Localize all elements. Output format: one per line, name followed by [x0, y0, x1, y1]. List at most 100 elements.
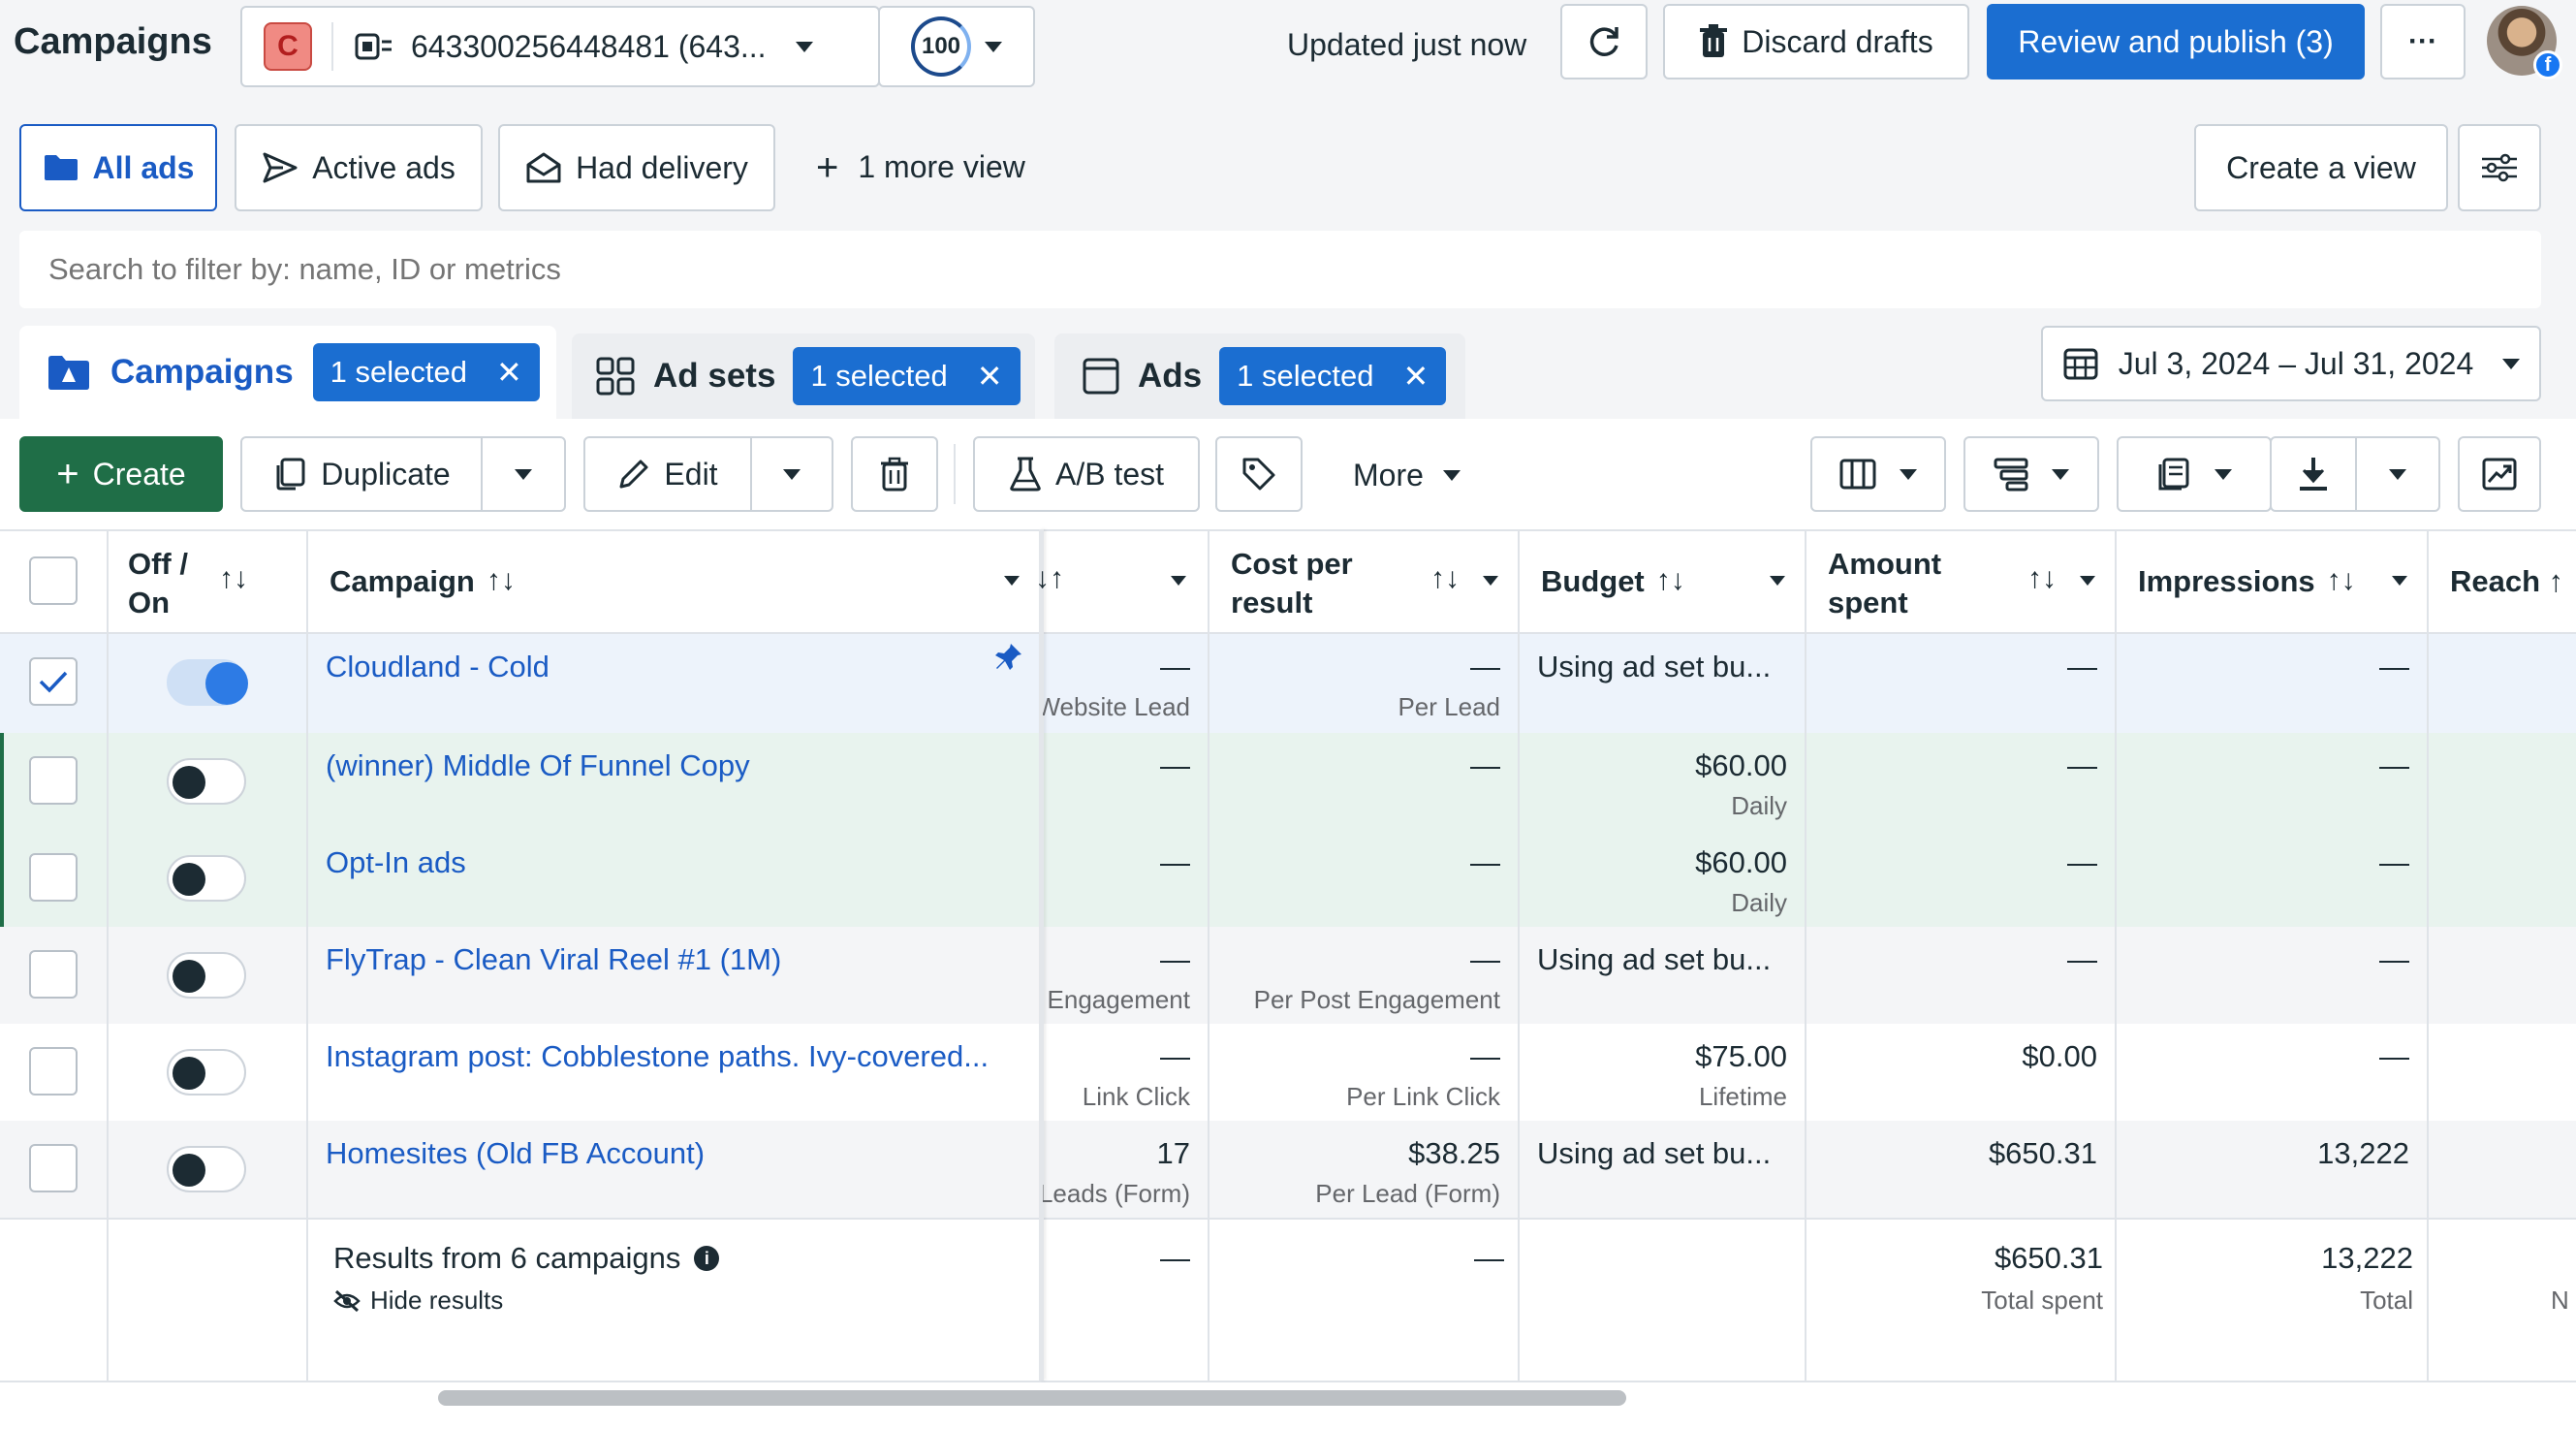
divider [2115, 529, 2117, 1381]
close-icon[interactable]: ✕ [977, 358, 1003, 395]
col-impressions[interactable]: Impressions ↑↓ [2138, 564, 2356, 599]
delete-button[interactable] [851, 436, 938, 512]
tab-campaigns[interactable]: Campaigns 1 selected ✕ [19, 326, 556, 419]
ads-selected-label: 1 selected [1237, 359, 1374, 393]
row-checkbox[interactable] [29, 853, 78, 902]
col-reach[interactable]: Reach ↑ [2450, 564, 2576, 599]
campaign-toggle[interactable] [167, 659, 248, 706]
ab-test-button[interactable]: A/B test [973, 436, 1200, 512]
tag-button[interactable] [1215, 436, 1303, 512]
adsets-selected-badge[interactable]: 1 selected ✕ [793, 347, 1021, 405]
campaign-toggle[interactable] [167, 855, 246, 902]
col-campaign-label: Campaign [330, 564, 475, 598]
account-selector[interactable]: C 643300256448481 (643... [240, 6, 880, 87]
campaign-toggle[interactable] [167, 758, 246, 805]
create-view-button[interactable]: Create a view [2194, 124, 2448, 211]
refresh-button[interactable] [1560, 4, 1648, 79]
chevron-down-icon[interactable] [2080, 576, 2095, 586]
discard-drafts-button[interactable]: Discard drafts [1663, 4, 1969, 79]
row-checkbox[interactable] [29, 1144, 78, 1192]
chevron-down-icon[interactable] [1483, 576, 1498, 586]
results-value: — [1160, 748, 1190, 782]
cost-per-result-value: $38.25 [1408, 1136, 1500, 1170]
sort-icon[interactable]: ↑↓ [487, 564, 516, 599]
col-amount-spent[interactable]: Amount spent [1828, 545, 1941, 622]
frozen-column-divider [1039, 529, 1044, 1381]
campaign-name-link[interactable]: Homesites (Old FB Account) [326, 1136, 705, 1171]
horizontal-scrollbar[interactable] [438, 1390, 1626, 1406]
col-spent-label-1: Amount [1828, 547, 1942, 581]
view-had-delivery[interactable]: Had delivery [498, 124, 775, 211]
create-button[interactable]: + Create [19, 436, 223, 512]
trash-icon [1700, 24, 1728, 57]
breakdown-button[interactable] [1963, 436, 2099, 512]
score-selector[interactable]: 100 [878, 6, 1035, 87]
col-campaign[interactable]: Campaign ↑↓ [330, 564, 516, 599]
budget-value: Using ad set bu... [1537, 650, 1772, 683]
col-cost-per-result[interactable]: Cost per result [1231, 545, 1353, 622]
duplicate-dropdown[interactable] [481, 436, 566, 512]
cost-per-result-value: — [1470, 650, 1500, 683]
chevron-down-icon[interactable] [1171, 576, 1186, 586]
check-icon [39, 671, 68, 693]
close-icon[interactable]: ✕ [1402, 358, 1429, 395]
sort-icon[interactable]: ↑↓ [1656, 564, 1685, 599]
amount-spent-value: — [2067, 942, 2097, 976]
columns-button[interactable] [1810, 436, 1946, 512]
user-avatar[interactable]: f [2487, 6, 2562, 79]
campaign-name-link[interactable]: Cloudland - Cold [326, 650, 550, 684]
col-off-on[interactable]: Off / On [128, 545, 188, 622]
row-checkbox[interactable] [29, 756, 78, 805]
campaign-name-link[interactable]: FlyTrap - Clean Viral Reel #1 (1M) [326, 942, 781, 977]
campaign-toggle[interactable] [167, 952, 246, 999]
export-dropdown[interactable] [2355, 436, 2440, 512]
export-button[interactable] [2270, 436, 2357, 512]
sort-icon[interactable]: ↑↓ [1430, 562, 1460, 595]
row-checkbox[interactable] [29, 657, 78, 706]
campaign-name-link[interactable]: (winner) Middle Of Funnel Copy [326, 748, 750, 783]
hide-results-button[interactable]: Hide results [333, 1286, 503, 1316]
tab-adsets[interactable]: Ad sets 1 selected ✕ [572, 333, 1035, 419]
info-icon[interactable]: i [694, 1246, 720, 1271]
ads-selected-badge[interactable]: 1 selected ✕ [1219, 347, 1447, 405]
view-all-ads[interactable]: All ads [19, 124, 217, 211]
view-active-ads[interactable]: Active ads [235, 124, 483, 211]
edit-button[interactable]: Edit [583, 436, 752, 512]
chevron-down-icon[interactable] [1770, 576, 1785, 586]
sort-icon[interactable]: ↑↓ [2027, 562, 2057, 595]
filter-settings-button[interactable] [2458, 124, 2541, 211]
results-value: — [1160, 845, 1190, 879]
date-range-picker[interactable]: Jul 3, 2024 – Jul 31, 2024 [2041, 326, 2541, 401]
select-all-checkbox[interactable] [29, 556, 78, 605]
sort-icon[interactable]: ↑↓ [2327, 564, 2356, 599]
row-checkbox[interactable] [29, 950, 78, 999]
page-title: Campaigns [14, 21, 212, 62]
more-views-button[interactable]: + 1 more view [816, 148, 1025, 187]
campaign-toggle[interactable] [167, 1049, 246, 1096]
pin-icon[interactable] [994, 642, 1023, 675]
chevron-down-icon[interactable] [2392, 576, 2407, 586]
amount-spent-value: $650.31 [1988, 1136, 2097, 1170]
divider [107, 529, 109, 1381]
reports-button[interactable] [2117, 436, 2272, 512]
campaign-name-link[interactable]: Instagram post: Cobblestone paths. Ivy-c… [326, 1039, 989, 1074]
close-icon[interactable]: ✕ [496, 354, 522, 391]
refresh-icon [1589, 27, 1618, 56]
campaign-toggle[interactable] [167, 1146, 246, 1192]
col-budget[interactable]: Budget ↑↓ [1541, 564, 1685, 599]
chevron-down-icon[interactable] [1004, 576, 1020, 586]
row-checkbox[interactable] [29, 1047, 78, 1096]
review-publish-button[interactable]: Review and publish (3) [1987, 4, 2365, 79]
sort-icon[interactable]: ↑↓ [219, 562, 248, 595]
duplicate-button[interactable]: Duplicate [240, 436, 483, 512]
edit-dropdown[interactable] [750, 436, 833, 512]
more-options-button[interactable]: ··· [2380, 4, 2466, 79]
campaign-name-link[interactable]: Opt-In ads [326, 845, 466, 880]
sort-icon[interactable]: ↑↓ [1031, 562, 1064, 595]
charts-button[interactable] [2458, 436, 2541, 512]
tab-ads[interactable]: Ads 1 selected ✕ [1054, 333, 1465, 419]
search-input[interactable] [19, 231, 2541, 308]
campaigns-selected-badge[interactable]: 1 selected ✕ [312, 343, 540, 401]
more-actions-button[interactable]: More [1353, 458, 1461, 493]
total-impressions-value: 13,222 [2321, 1241, 2413, 1275]
